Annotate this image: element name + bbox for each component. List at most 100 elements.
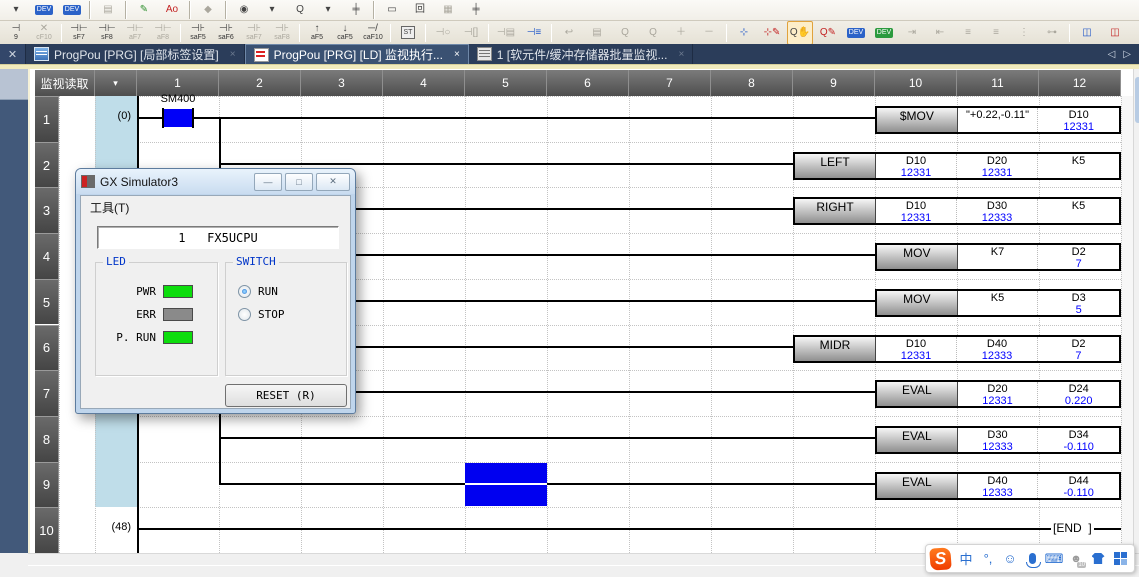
indent-left-icon[interactable]: ⇤: [927, 21, 953, 45]
soft-keyboard-icon[interactable]: ⌨: [1044, 548, 1064, 570]
tab-close-icon[interactable]: ×: [678, 49, 684, 60]
npulse-close-contact-icon[interactable]: ⊣⊦saF6: [213, 21, 239, 45]
tab-3[interactable]: 1 [软元件/缓冲存储器批量监视...×: [469, 44, 694, 64]
operand-cell[interactable]: D44-0.110: [1038, 474, 1119, 498]
operand-cell[interactable]: K7: [958, 245, 1039, 269]
delete-row-icon[interactable]: －: [696, 21, 722, 45]
toolbar-options2-icon[interactable]: ╪: [463, 0, 489, 22]
device-display-dropdown-icon[interactable]: ▾: [259, 0, 285, 22]
statement-edit-icon[interactable]: ✎: [131, 0, 157, 22]
tabbar-close-icon[interactable]: ✕: [0, 44, 26, 64]
operand-cell[interactable]: D1012331: [1038, 108, 1119, 132]
account-icon[interactable]: ☻10: [1066, 548, 1086, 570]
toolbox-icon[interactable]: [1110, 548, 1130, 570]
vertical-line-icon[interactable]: ⊣9: [3, 21, 29, 45]
invert-result-icon[interactable]: ─/caF10: [360, 21, 386, 45]
device-comment-table-icon[interactable]: DEV: [31, 0, 57, 22]
disabled-tool-icon[interactable]: ▦: [435, 0, 461, 22]
device-test-icon[interactable]: ⊹: [731, 21, 757, 45]
overflow-chevron-icon[interactable]: ▾: [3, 0, 29, 22]
monitor-mode-icon[interactable]: Q✋: [787, 21, 813, 45]
instruction-box-$MOV[interactable]: $MOV"+0.22,-0.11"D1012331: [875, 106, 1121, 134]
scrollbar-thumb[interactable]: [1135, 77, 1139, 123]
row-number-2[interactable]: 2: [35, 142, 59, 188]
instruction-name[interactable]: MOV: [877, 291, 958, 315]
device-display-icon[interactable]: ◉: [231, 0, 257, 22]
pulse-close-contact-icon[interactable]: ⊣⊢sF8: [94, 21, 120, 45]
stop-radio-row[interactable]: STOP: [238, 308, 285, 321]
pulse-or-close-contact-icon[interactable]: ⊣⊢aF8: [150, 21, 176, 45]
reset-button[interactable]: RESET (R): [225, 384, 347, 407]
rising-pulse-icon[interactable]: ↑aF5: [304, 21, 330, 45]
operand-cell[interactable]: K5: [1038, 199, 1119, 223]
delete-line-icon[interactable]: ✕cF10: [31, 21, 57, 45]
document-icon[interactable]: ▤: [584, 21, 610, 45]
align-lines2-icon[interactable]: ≡: [983, 21, 1009, 45]
operand-cell[interactable]: K5: [958, 291, 1039, 315]
contact-SM400[interactable]: [164, 109, 192, 127]
device-batch-monitor-icon[interactable]: DEV: [843, 21, 869, 45]
find-document-icon[interactable]: Q: [612, 21, 638, 45]
row-number-10[interactable]: 10: [35, 507, 59, 553]
falling-pulse-icon[interactable]: ↓caF5: [332, 21, 358, 45]
instruction-name[interactable]: EVAL: [877, 382, 958, 406]
operand-cell[interactable]: D1012331: [876, 154, 957, 178]
operand-cell[interactable]: K5: [1038, 154, 1119, 178]
operand-cell[interactable]: D2012331: [957, 154, 1038, 178]
row-number-8[interactable]: 8: [35, 416, 59, 462]
replace-document-icon[interactable]: Q: [640, 21, 666, 45]
tab-close-icon[interactable]: ×: [230, 49, 236, 60]
pulse-contact-icon[interactable]: ⊣⊢sF7: [66, 21, 92, 45]
tab-2[interactable]: ProgPou [PRG] [LD] 监视执行...×: [245, 44, 469, 64]
operand-cell[interactable]: D35: [1038, 291, 1119, 315]
row-number-3[interactable]: 3: [35, 187, 59, 233]
undo-icon[interactable]: ↩: [556, 21, 582, 45]
statement-list-icon[interactable]: ⋮: [1011, 21, 1037, 45]
tab-scroll-left-icon[interactable]: ◁: [1108, 49, 1116, 60]
operand-cell[interactable]: D3012333: [957, 199, 1038, 223]
device-comment-tree-icon[interactable]: DEV: [59, 0, 85, 22]
row2-overflow-icon[interactable]: ▾: [1130, 21, 1139, 45]
watch-window-icon[interactable]: ▭: [379, 0, 405, 22]
device-test-edit-icon[interactable]: ⊹✎: [759, 21, 785, 45]
coil-icon[interactable]: ⊣○: [430, 21, 456, 45]
instruction-name[interactable]: RIGHT: [795, 199, 876, 223]
voice-input-icon[interactable]: [1022, 548, 1042, 570]
npulse-contact-icon[interactable]: ⊣⊦saF5: [185, 21, 211, 45]
minimize-button[interactable]: —: [254, 173, 282, 191]
row-number-4[interactable]: 4: [35, 233, 59, 279]
instruction-box-RIGHT[interactable]: RIGHTD1012331D3012333K5: [793, 197, 1121, 225]
instruction-box-MIDR[interactable]: MIDRD1012331D4012333D27: [793, 335, 1121, 363]
indent-right-icon[interactable]: ⇥: [899, 21, 925, 45]
row-number-5[interactable]: 5: [35, 279, 59, 325]
run-radio[interactable]: [238, 285, 251, 298]
operand-cell[interactable]: D3012333: [958, 428, 1039, 452]
edit-mode-icon[interactable]: ⊣▤: [493, 21, 519, 45]
row-number-1[interactable]: 1: [35, 96, 59, 142]
tab-1[interactable]: ProgPou [PRG] [局部标签设置]×: [26, 44, 245, 64]
close-button[interactable]: ✕: [316, 173, 350, 191]
row-number-7[interactable]: 7: [35, 370, 59, 416]
instruction-box-EVAL[interactable]: EVALD2012331D240.220: [875, 380, 1121, 408]
operand-cell[interactable]: D27: [1038, 337, 1119, 361]
operand-cell[interactable]: D4012333: [958, 474, 1039, 498]
instruction-box-LEFT[interactable]: LEFTD1012331D2012331K5: [793, 152, 1121, 180]
monitor-read-header[interactable]: 监视读取: [35, 70, 95, 96]
comment-edit-icon[interactable]: ⊣≡: [521, 21, 547, 45]
operand-cell[interactable]: D4012333: [957, 337, 1038, 361]
note-edit-icon[interactable]: ▤: [95, 0, 121, 22]
application-instruction-icon[interactable]: ⊣[]: [458, 21, 484, 45]
instruction-box-EVAL[interactable]: EVALD3012333D34-0.110: [875, 426, 1121, 454]
operand-cell[interactable]: D1012331: [876, 337, 957, 361]
search-icon[interactable]: Q: [287, 0, 313, 22]
operand-cell[interactable]: "+0.22,-0.11": [958, 108, 1039, 132]
operand-cell[interactable]: D240.220: [1038, 382, 1119, 406]
monitor-write-icon[interactable]: Q✎: [815, 21, 841, 45]
inline-st-icon[interactable]: ST: [395, 21, 421, 45]
connect-line-icon[interactable]: ⊶: [1039, 21, 1065, 45]
insert-row-icon[interactable]: ＋: [668, 21, 694, 45]
npulse-or-contact-icon[interactable]: ⊣⊦saF7: [241, 21, 267, 45]
edit-cursor[interactable]: [465, 463, 547, 507]
instruction-box-MOV[interactable]: MOVK5D35: [875, 289, 1121, 317]
toolbar-options-icon[interactable]: ╪: [343, 0, 369, 22]
